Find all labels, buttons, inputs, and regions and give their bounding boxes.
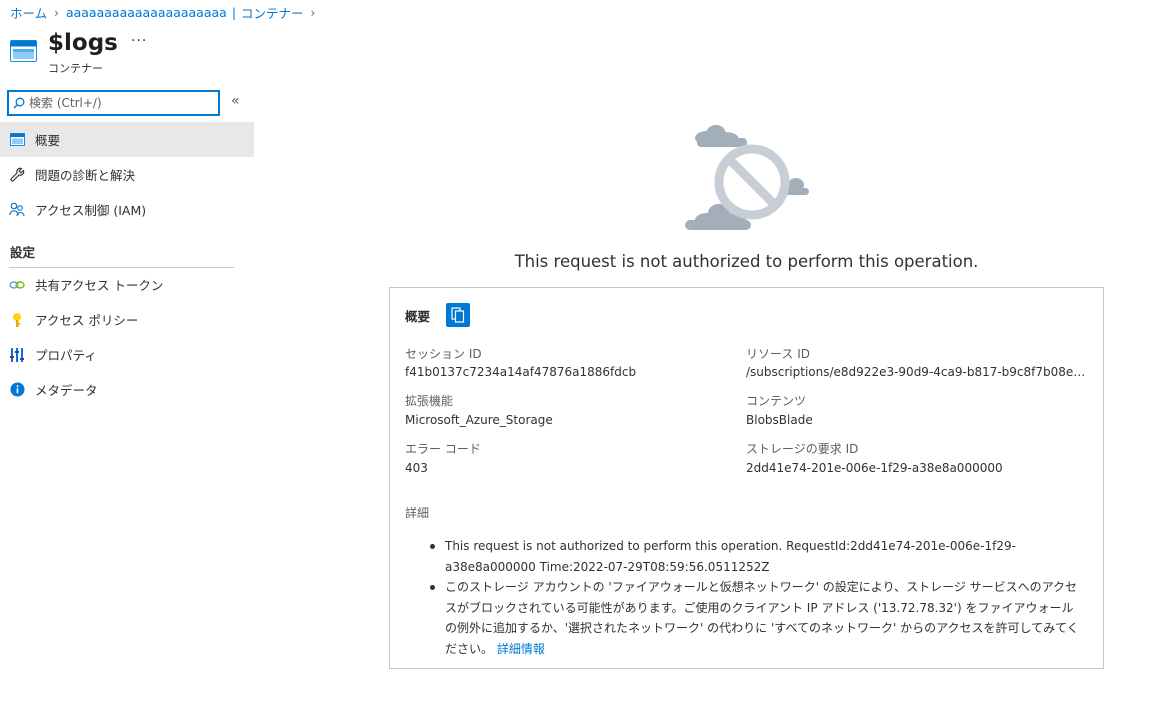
sidebar-item-label: 問題の診断と解決 [35,168,136,183]
properties-icon [9,347,25,363]
resource-id-label: リソース ID [746,347,810,361]
sidebar-item-metadata[interactable]: メタデータ [0,372,254,407]
error-code-label: エラー コード [405,442,481,456]
collapse-menu-icon[interactable]: « [231,93,240,109]
page-title: $logs [48,30,118,56]
settings-section-header: 設定 [10,245,36,260]
breadcrumb-pipe: | [231,5,237,20]
key-icon [9,312,25,328]
breadcrumb-home-link[interactable]: ホーム [10,3,47,22]
sidebar-item-iam[interactable]: アクセス制御 (IAM) [0,192,254,227]
learn-more-link[interactable]: 詳細情報 [497,642,545,656]
sidebar-item-sas[interactable]: 共有アクセス トークン [0,267,254,302]
extension-value: Microsoft_Azure_Storage [405,413,553,427]
extension-label: 拡張機能 [405,394,454,408]
resource-id-value: /subscriptions/e8d922e3-90d9-4ca9-b817-b… [746,365,1086,379]
details-label: 詳細 [405,506,430,520]
sidebar-item-label: 概要 [35,133,61,148]
sidebar-item-overview[interactable]: 概要 [0,122,254,157]
sidebar-item-label: メタデータ [35,383,98,398]
chevron-right-icon: › [54,5,59,20]
sidebar-item-label: アクセス制御 (IAM) [35,203,147,218]
error-summary-card: 概要 セッション ID f41b0137c7234a14af47876a1886… [389,287,1104,669]
storage-request-id-label: ストレージの要求 ID [746,442,859,456]
content-label: コンテンツ [746,394,807,408]
wrench-icon [9,167,25,183]
container-icon [9,132,25,148]
list-item: このストレージ アカウントの 'ファイアウォールと仮想ネットワーク' の設定によ… [430,577,1085,659]
error-title: This request is not authorized to perfor… [514,252,979,271]
detail-text: This request is not authorized to perfor… [445,539,1016,574]
content-value: BlobsBlade [746,413,813,427]
search-box[interactable] [7,90,220,116]
sidebar-item-label: アクセス ポリシー [35,313,139,328]
error-code-value: 403 [405,461,428,475]
blocked-cloud-icon [685,125,809,230]
list-item: This request is not authorized to perfor… [430,536,1085,577]
session-id-label: セッション ID [405,347,482,361]
more-options-button[interactable]: ··· [131,33,147,49]
page-subtitle: コンテナー [48,62,103,75]
link-icon [9,277,25,293]
sidebar-item-label: 共有アクセス トークン [35,278,164,293]
session-id-value: f41b0137c7234a14af47876a1886fdcb [405,365,637,379]
copy-icon [451,307,465,323]
copy-button[interactable] [446,303,470,327]
sidebar-item-diagnose[interactable]: 問題の診断と解決 [0,157,254,192]
breadcrumb: ホーム › aaaaaaaaaaaaaaaaaaaaa | コンテナー › [10,3,322,22]
chevron-right-icon: › [310,5,316,20]
storage-request-id-value: 2dd41e74-201e-006e-1f29-a38e8a000000 [746,461,1003,475]
people-icon [9,202,25,218]
search-icon [13,97,25,109]
breadcrumb-containers-link[interactable]: コンテナー [241,3,304,22]
breadcrumb-account-link[interactable]: aaaaaaaaaaaaaaaaaaaaa [66,5,227,20]
sidebar-item-label: プロパティ [35,348,97,363]
sidebar-item-access-policy[interactable]: アクセス ポリシー [0,302,254,337]
sidebar-item-properties[interactable]: プロパティ [0,337,254,372]
container-resource-icon [10,40,37,62]
summary-header: 概要 [405,309,431,324]
search-input[interactable] [29,96,209,110]
info-icon [9,382,25,398]
details-list: This request is not authorized to perfor… [430,536,1085,659]
